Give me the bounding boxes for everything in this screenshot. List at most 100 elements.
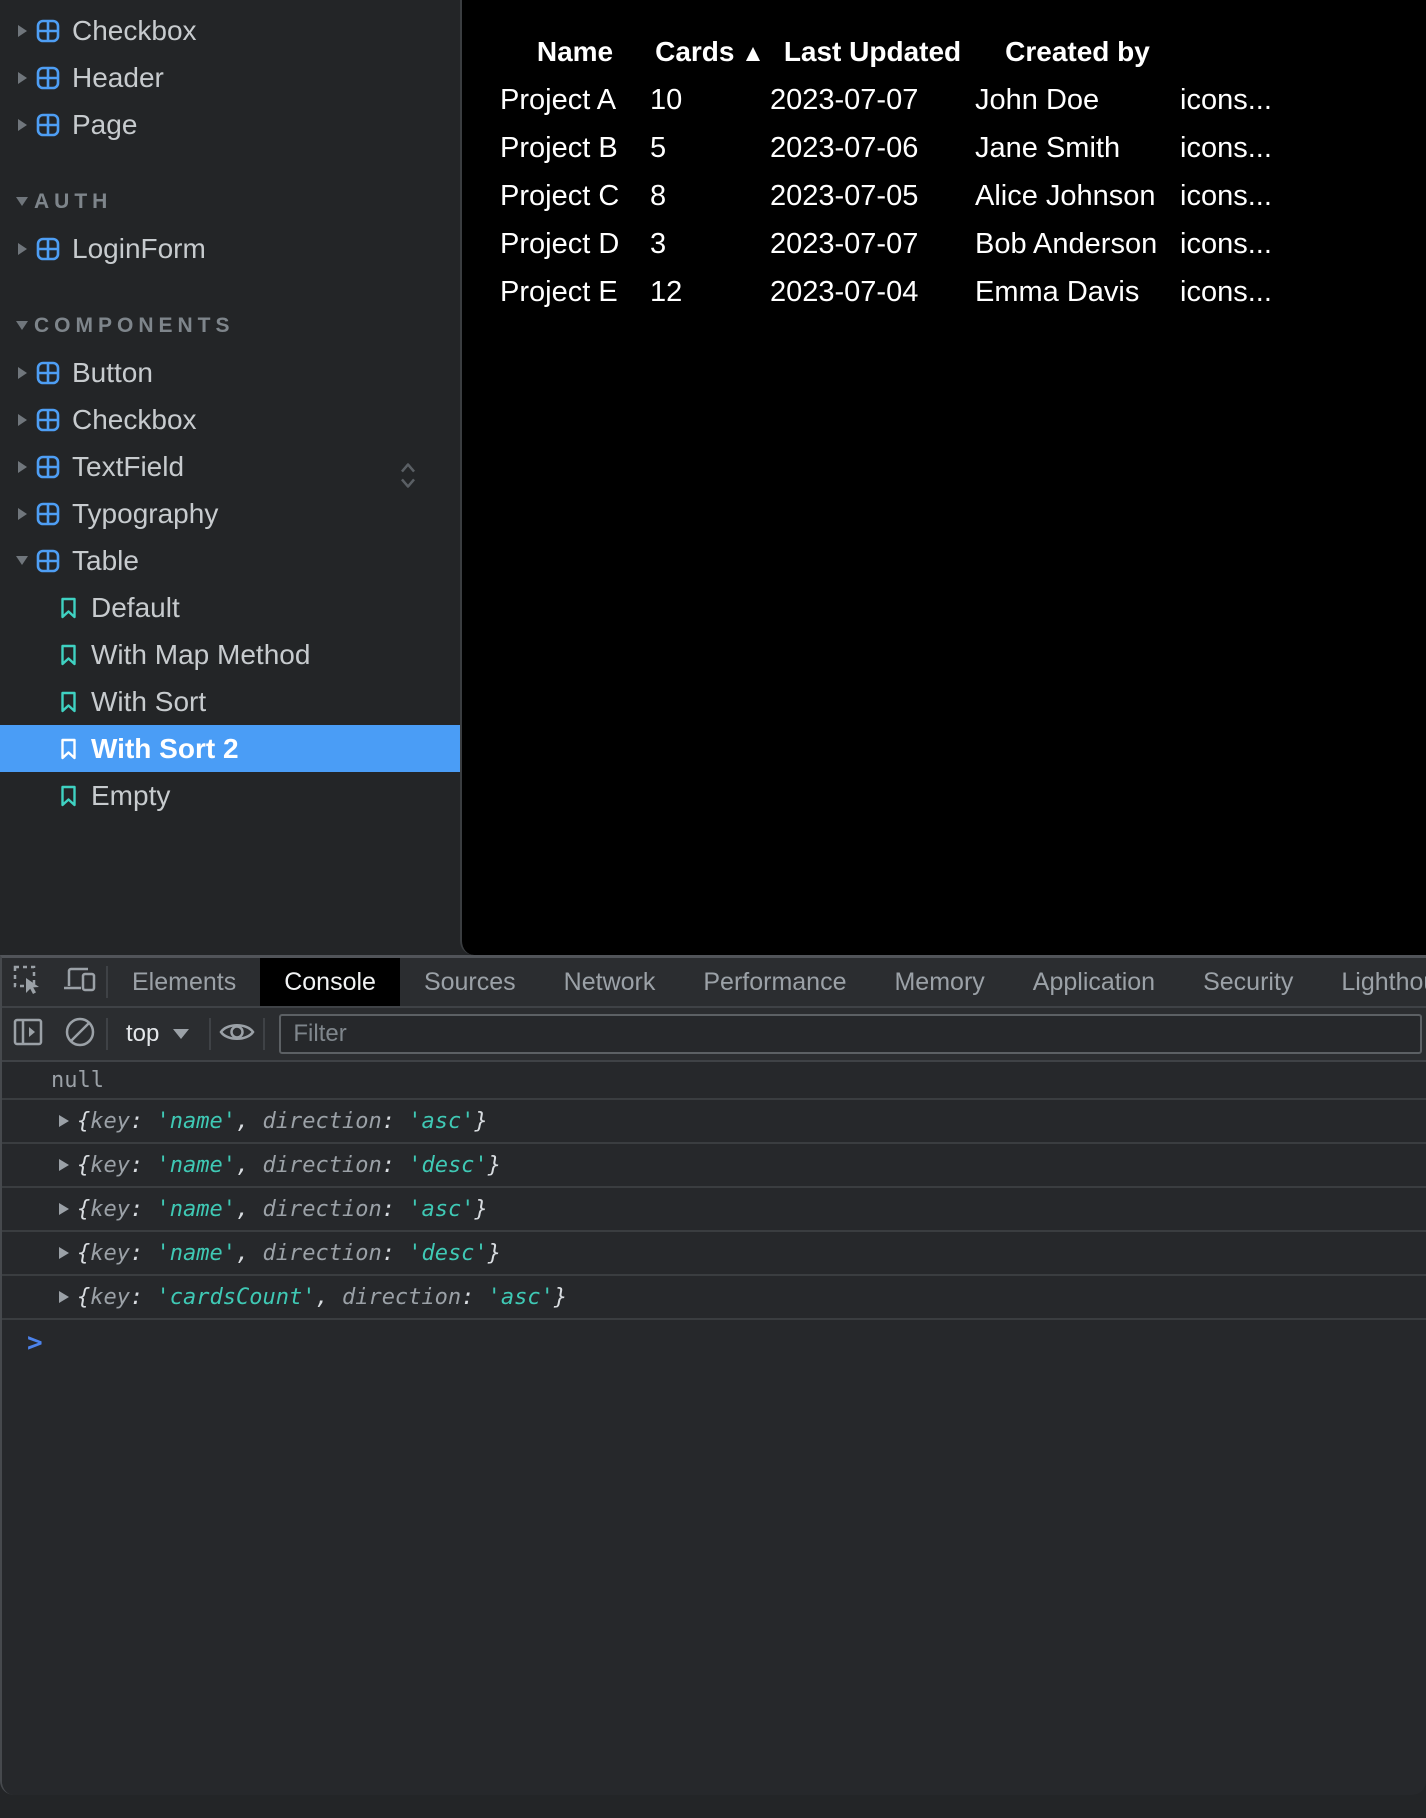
tree-caret-icon[interactable]: [18, 508, 27, 520]
toggle-device-toolbar-button[interactable]: [54, 958, 106, 1006]
tab-performance[interactable]: Performance: [679, 958, 870, 1006]
sidebar-item-empty[interactable]: Empty: [0, 772, 460, 819]
window-bottom-edge: [0, 1795, 1426, 1818]
expand-triangle-icon[interactable]: [59, 1203, 69, 1215]
tree-caret-icon[interactable]: [16, 556, 28, 565]
tree-caret-icon[interactable]: [18, 243, 27, 255]
story-bookmark-icon: [60, 738, 77, 760]
table-cell: icons...: [1180, 76, 1360, 124]
context-label: top: [126, 1020, 159, 1048]
sidebar-item-label: Checkbox: [72, 404, 197, 436]
sidebar-item-loginform[interactable]: LoginForm: [0, 225, 460, 272]
tree-caret-icon[interactable]: [18, 367, 27, 379]
console-toolbar: top: [2, 1008, 1426, 1062]
expand-triangle-icon[interactable]: [59, 1247, 69, 1259]
table-row: Project C82023-07-05Alice Johnsonicons..…: [500, 172, 1360, 220]
tab-console[interactable]: Console: [260, 958, 400, 1006]
javascript-context-dropdown[interactable]: top: [126, 1020, 189, 1048]
sidebar-item-label: Button: [72, 357, 153, 389]
preview-canvas: NameCards ▲Last UpdatedCreated by Projec…: [460, 0, 1426, 955]
expand-triangle-icon[interactable]: [59, 1115, 69, 1127]
sidebar-item-table[interactable]: Table: [0, 537, 460, 584]
toolbar-divider: [106, 1018, 108, 1050]
sidebar-section-label: AUTH: [34, 190, 112, 214]
column-header-cards[interactable]: Cards ▲: [650, 28, 770, 76]
sidebar-item-label: With Sort: [91, 686, 206, 718]
console-prompt[interactable]: >: [2, 1320, 1426, 1366]
tab-application[interactable]: Application: [1009, 958, 1179, 1006]
component-icon: [36, 19, 60, 43]
sidebar-item-textfield[interactable]: TextField: [0, 443, 460, 490]
app-window: Introduction Checkbox Header: [0, 0, 1426, 1818]
console-sidebar-icon: [12, 1017, 44, 1052]
devtools-panel: ElementsConsoleSourcesNetworkPerformance…: [0, 955, 1426, 1795]
sidebar-item-default[interactable]: Default: [0, 584, 460, 631]
sidebar-section-components[interactable]: COMPONENTS: [0, 302, 460, 349]
component-icon: [36, 549, 60, 573]
table-cell: John Doe: [975, 76, 1180, 124]
table-cell: 2023-07-05: [770, 172, 975, 220]
table-cell: 10: [650, 76, 770, 124]
column-header-name[interactable]: Name: [500, 28, 650, 76]
component-icon: [36, 455, 60, 479]
expand-triangle-icon[interactable]: [59, 1159, 69, 1171]
tree-caret-icon[interactable]: [18, 119, 27, 131]
table-cell: 2023-07-06: [770, 124, 975, 172]
expand-triangle-icon[interactable]: [59, 1291, 69, 1303]
sidebar-item-label: Empty: [91, 780, 170, 812]
table-cell: Project B: [500, 124, 650, 172]
component-icon: [36, 502, 60, 526]
tab-lighthouse[interactable]: Lighthouse: [1317, 958, 1426, 1006]
sidebar-item-with-sort[interactable]: With Sort: [0, 678, 460, 725]
component-icon: [36, 66, 60, 90]
create-live-expression-button[interactable]: [211, 1017, 263, 1052]
sidebar-item-header[interactable]: Header: [0, 54, 460, 101]
clear-console-button[interactable]: [54, 1015, 106, 1054]
sidebar-item-checkbox[interactable]: Checkbox: [0, 7, 460, 54]
column-header-created-by[interactable]: Created by: [975, 28, 1180, 76]
component-icon: [36, 361, 60, 385]
tab-sources[interactable]: Sources: [400, 958, 540, 1006]
tree-caret-icon[interactable]: [18, 72, 27, 84]
table-cell: Project D: [500, 220, 650, 268]
column-header-last-updated[interactable]: Last Updated: [770, 28, 975, 76]
inspect-element-button[interactable]: [2, 958, 54, 1006]
console-message-object: {key: 'name', direction: 'desc'}: [2, 1144, 1426, 1188]
tree-caret-icon[interactable]: [18, 461, 27, 473]
show-console-sidebar-button[interactable]: [2, 1017, 54, 1052]
sidebar-item-checkbox[interactable]: Checkbox: [0, 396, 460, 443]
sidebar-item-label: Header: [72, 62, 164, 94]
table-cell: Project E: [500, 268, 650, 316]
tab-network[interactable]: Network: [540, 958, 680, 1006]
storybook-sidebar: Introduction Checkbox Header: [0, 0, 460, 955]
sidebar-item-with-sort-2[interactable]: With Sort 2: [0, 725, 460, 772]
sidebar-item-page[interactable]: Page: [0, 101, 460, 148]
section-caret-icon[interactable]: [16, 321, 28, 330]
section-caret-icon[interactable]: [16, 197, 28, 206]
tab-memory[interactable]: Memory: [870, 958, 1008, 1006]
table-header-row: NameCards ▲Last UpdatedCreated by: [500, 28, 1360, 76]
sidebar-item-button[interactable]: Button: [0, 349, 460, 396]
story-bookmark-icon: [60, 785, 77, 807]
sidebar-item-introduction[interactable]: Introduction: [0, 0, 460, 7]
tree-caret-icon[interactable]: [18, 414, 27, 426]
clear-console-icon: [63, 1015, 97, 1054]
console-filter-input[interactable]: [279, 1014, 1422, 1054]
inspect-cursor-icon: [12, 964, 44, 1001]
component-icon: [36, 113, 60, 137]
console-message-object: {key: 'name', direction: 'asc'}: [2, 1188, 1426, 1232]
sidebar-item-label: With Sort 2: [91, 733, 239, 765]
console-message-object: {key: 'cardsCount', direction: 'asc'}: [2, 1276, 1426, 1320]
sidebar-item-typography[interactable]: Typography: [0, 490, 460, 537]
table-row: Project A102023-07-07John Doeicons...: [500, 76, 1360, 124]
column-header-actions[interactable]: [1180, 28, 1360, 76]
component-icon: [36, 237, 60, 261]
tab-security[interactable]: Security: [1179, 958, 1317, 1006]
tree-caret-icon[interactable]: [18, 25, 27, 37]
tab-elements[interactable]: Elements: [108, 958, 260, 1006]
sidebar-section-auth[interactable]: AUTH: [0, 178, 460, 225]
table-row: Project D32023-07-07Bob Andersonicons...: [500, 220, 1360, 268]
sidebar-item-with-map-method[interactable]: With Map Method: [0, 631, 460, 678]
table-cell: Project A: [500, 76, 650, 124]
console-message-result: null: [2, 1062, 1426, 1100]
